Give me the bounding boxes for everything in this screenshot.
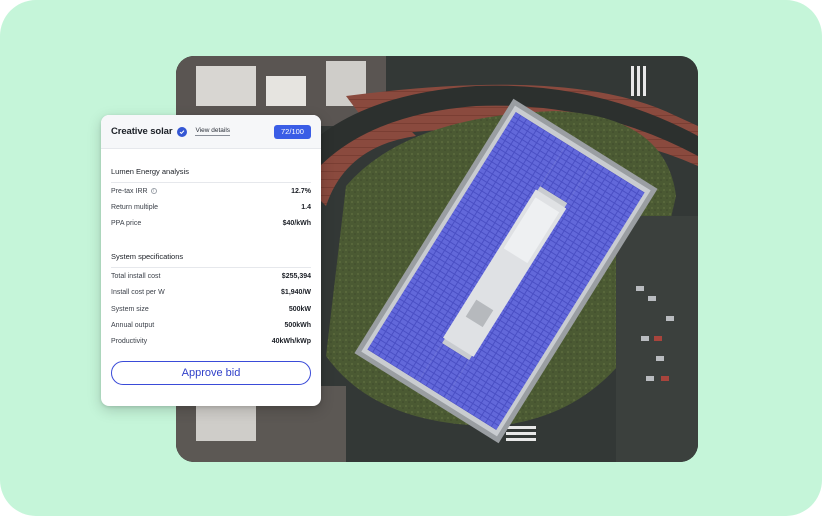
spec-row: Install cost per W $1,940/W: [111, 285, 311, 301]
vendor-name: Creative solar: [111, 126, 173, 137]
system-size-label: System size: [111, 305, 149, 313]
total-install-cost-label: Total install cost: [111, 272, 161, 280]
view-details-link[interactable]: View details: [195, 127, 231, 136]
analysis-section: Lumen Energy analysis Pre-tax IRR i 12.7…: [101, 149, 321, 232]
bid-card: Creative solar View details 72/100 Lumen…: [101, 115, 321, 406]
annual-output-value: 500kWh: [284, 322, 311, 330]
check-badge-icon: [177, 126, 188, 137]
pre-tax-irr-label: Pre-tax IRR: [111, 187, 148, 195]
specs-title: System specifications: [111, 232, 311, 269]
spec-row: System size 500kW: [111, 301, 311, 317]
row-label: Pre-tax IRR i: [111, 187, 158, 195]
analysis-title: Lumen Energy analysis: [111, 149, 311, 183]
total-install-cost-value: $255,394: [281, 272, 311, 280]
analysis-row: Pre-tax IRR i 12.7%: [111, 183, 311, 199]
analysis-row: Return multiple 1.4: [111, 199, 311, 215]
return-multiple-label: Return multiple: [111, 204, 159, 212]
install-cost-per-w-value: $1,940/W: [281, 289, 311, 297]
annual-output-label: Annual output: [111, 322, 155, 330]
info-icon[interactable]: i: [150, 187, 158, 195]
return-multiple-value: 1.4: [301, 204, 311, 212]
approve-bid-button[interactable]: Approve bid: [111, 361, 311, 385]
bid-card-header: Creative solar View details 72/100: [101, 115, 321, 149]
ppa-price-label: PPA price: [111, 220, 142, 228]
system-size-value: 500kW: [288, 305, 311, 313]
score-badge: 72/100: [274, 124, 311, 139]
spec-row: Annual output 500kWh: [111, 317, 311, 333]
productivity-label: Productivity: [111, 338, 148, 346]
pre-tax-irr-value: 12.7%: [291, 187, 311, 195]
ppa-price-value: $40/kWh: [282, 220, 311, 228]
productivity-value: 40kWh/kWp: [271, 338, 311, 346]
specs-section: System specifications Total install cost…: [101, 232, 321, 350]
install-cost-per-w-label: Install cost per W: [111, 289, 165, 297]
spec-row: Total install cost $255,394: [111, 268, 311, 284]
spec-row: Productivity 40kWh/kWp: [111, 334, 311, 350]
analysis-row: PPA price $40/kWh: [111, 216, 311, 232]
